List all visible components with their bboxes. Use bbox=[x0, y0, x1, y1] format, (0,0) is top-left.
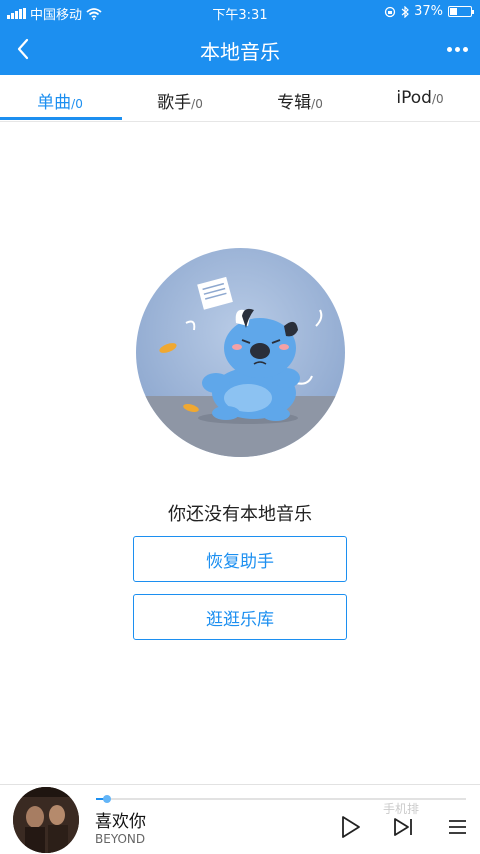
tab-albums[interactable]: 专辑/0 bbox=[240, 75, 360, 121]
next-icon bbox=[394, 818, 412, 836]
album-art[interactable] bbox=[13, 787, 79, 853]
song-title: 喜欢你 bbox=[95, 812, 146, 832]
empty-music-illustration bbox=[136, 248, 345, 457]
status-bar: 中国移动 下午3:31 37% bbox=[0, 0, 480, 24]
empty-state-message: 你还没有本地音乐 bbox=[168, 504, 312, 525]
browse-library-button[interactable]: 逛逛乐库 bbox=[133, 594, 347, 640]
tab-label: 专辑 bbox=[277, 93, 312, 113]
status-right: 37% bbox=[384, 4, 474, 19]
tab-label: 歌手 bbox=[157, 93, 192, 113]
tab-label: iPod bbox=[396, 88, 432, 108]
tab-count: /0 bbox=[71, 97, 83, 111]
bluetooth-icon bbox=[401, 5, 409, 18]
restore-assistant-button[interactable]: 恢复助手 bbox=[133, 536, 347, 582]
album-cover-image bbox=[13, 787, 79, 853]
play-button[interactable] bbox=[338, 815, 362, 839]
tab-artists[interactable]: 歌手/0 bbox=[120, 75, 240, 121]
nav-bar: 本地音乐 bbox=[0, 24, 480, 75]
tab-count: /0 bbox=[191, 97, 203, 111]
battery-percent: 37% bbox=[414, 4, 443, 19]
mini-player[interactable]: 手机排 喜欢你 BEYOND bbox=[0, 784, 480, 854]
more-button[interactable] bbox=[442, 38, 472, 60]
active-tab-indicator bbox=[0, 117, 122, 120]
page-title: 本地音乐 bbox=[200, 40, 280, 64]
play-icon bbox=[342, 816, 360, 838]
tab-label: 单曲 bbox=[37, 93, 72, 113]
song-artist: BEYOND bbox=[95, 832, 146, 846]
more-dot-icon bbox=[454, 46, 460, 52]
more-dot-icon bbox=[462, 46, 468, 52]
playlist-icon bbox=[449, 820, 466, 834]
tab-count: /0 bbox=[311, 97, 323, 111]
tab-ipod[interactable]: iPod/0 bbox=[360, 75, 480, 121]
next-button[interactable] bbox=[392, 815, 416, 839]
battery-icon bbox=[448, 6, 474, 17]
tab-songs[interactable]: 单曲/0 bbox=[0, 75, 120, 121]
progress-knob[interactable] bbox=[103, 795, 111, 803]
orientation-lock-icon bbox=[384, 6, 396, 17]
tab-count: /0 bbox=[431, 92, 444, 106]
playlist-button[interactable] bbox=[446, 815, 470, 839]
tab-bar: 单曲/0 歌手/0 专辑/0 iPod/0 bbox=[0, 75, 480, 122]
more-dot-icon bbox=[446, 46, 452, 52]
